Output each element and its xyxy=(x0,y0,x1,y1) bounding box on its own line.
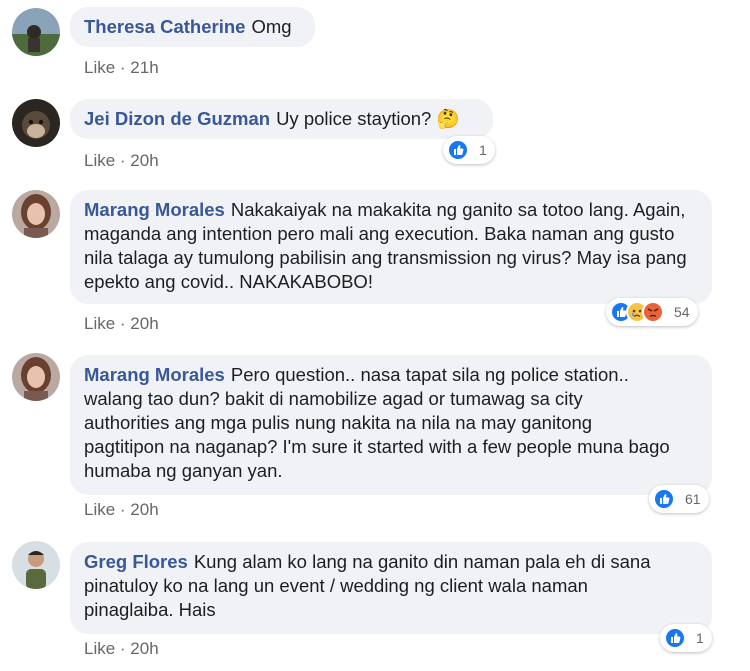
like-reaction-icon xyxy=(653,488,675,510)
like-button[interactable]: Like xyxy=(84,500,115,519)
comment-timestamp[interactable]: 20h xyxy=(130,151,158,170)
avatar[interactable] xyxy=(12,8,60,56)
comment-text: Omg xyxy=(251,16,292,37)
like-button[interactable]: Like xyxy=(84,314,115,333)
separator: · xyxy=(115,639,131,658)
reactions-badge[interactable]: 54 xyxy=(606,298,698,326)
comment-actions: Like · 20h xyxy=(84,314,159,334)
reaction-count: 1 xyxy=(696,630,704,646)
like-button[interactable]: Like xyxy=(84,58,115,77)
comment-bubble: Theresa Catherine Omg xyxy=(70,7,315,47)
comment-bubble: Jei Dizon de Guzman Uy police staytion? 🤔 xyxy=(70,99,493,139)
separator: · xyxy=(115,151,131,170)
reaction-count: 1 xyxy=(479,142,487,158)
comment-bubble: Marang Morales Pero question.. nasa tapat… xyxy=(70,355,712,495)
avatar[interactable] xyxy=(12,353,60,401)
separator: · xyxy=(115,314,131,333)
avatar[interactable] xyxy=(12,99,60,147)
comment-author[interactable]: Jei Dizon de Guzman xyxy=(84,108,270,129)
like-button[interactable]: Like xyxy=(84,639,115,658)
comment-author[interactable]: Greg Flores xyxy=(84,551,188,572)
comment-bubble: Greg Flores Kung alam ko lang na ganito d… xyxy=(70,542,712,634)
thinking-emoji: 🤔 xyxy=(436,108,460,129)
reaction-count: 54 xyxy=(674,304,690,320)
comment-actions: Like · 20h xyxy=(84,639,159,659)
comment-author[interactable]: Marang Morales xyxy=(84,364,225,385)
comment-actions: Like · 20h xyxy=(84,500,159,520)
comment-bubble: Marang Morales Nakakaiyak na makakita ng … xyxy=(70,190,712,304)
comment-author[interactable]: Theresa Catherine xyxy=(84,16,245,37)
separator: · xyxy=(115,500,131,519)
comment-timestamp[interactable]: 20h xyxy=(130,500,158,519)
reaction-count: 61 xyxy=(685,491,701,507)
angry-reaction-icon xyxy=(642,301,664,323)
avatar[interactable] xyxy=(12,541,60,589)
comment-timestamp[interactable]: 21h xyxy=(130,58,158,77)
separator: · xyxy=(115,58,131,77)
reactions-badge[interactable]: 61 xyxy=(649,485,709,513)
comment-actions: Like · 21h xyxy=(84,58,159,78)
comment-author[interactable]: Marang Morales xyxy=(84,199,225,220)
like-reaction-icon xyxy=(664,627,686,649)
avatar[interactable] xyxy=(12,190,60,238)
reactions-badge[interactable]: 1 xyxy=(443,136,495,164)
comment-timestamp[interactable]: 20h xyxy=(130,639,158,658)
comment-text: Uy police staytion? xyxy=(276,108,437,129)
comment-timestamp[interactable]: 20h xyxy=(130,314,158,333)
like-button[interactable]: Like xyxy=(84,151,115,170)
reactions-badge[interactable]: 1 xyxy=(660,624,712,652)
comment-actions: Like · 20h xyxy=(84,151,159,171)
like-reaction-icon xyxy=(447,139,469,161)
